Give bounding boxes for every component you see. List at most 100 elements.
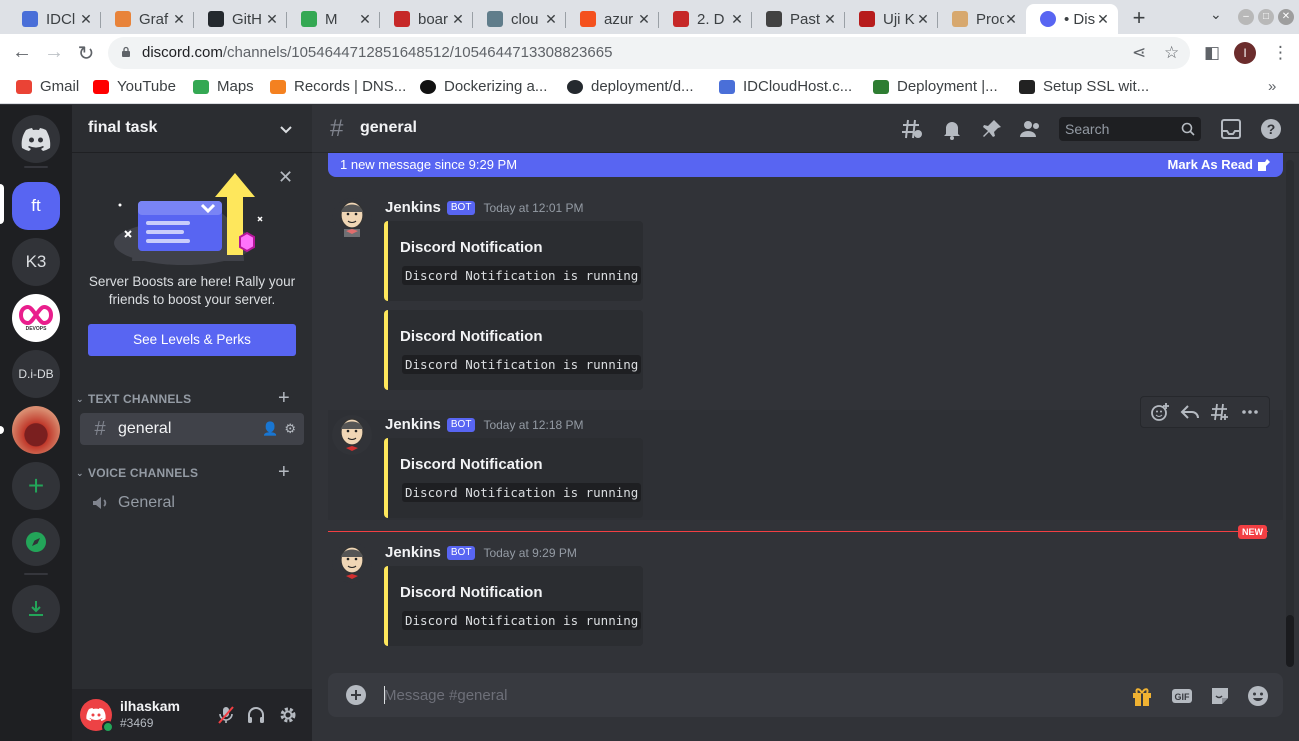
jenkins-avatar[interactable]	[332, 198, 372, 238]
browser-tab-2[interactable]: Graf ✕	[101, 4, 194, 34]
bookmark-gmail[interactable]: Gmail	[16, 78, 79, 95]
close-icon[interactable]: ✕	[823, 11, 837, 28]
forward-arrow-icon[interactable]: →	[42, 41, 66, 64]
close-icon[interactable]: ✕	[1004, 11, 1018, 28]
browser-tab-12-active[interactable]: • Dis ✕	[1026, 4, 1118, 34]
jenkins-avatar[interactable]	[332, 415, 372, 455]
browser-tab-10[interactable]: Uji K ✕	[845, 4, 938, 34]
maximize-window-icon[interactable]: □	[1258, 9, 1274, 25]
server-devops[interactable]: DEVOPS	[12, 294, 60, 342]
help-icon[interactable]: ?	[1259, 117, 1283, 141]
hashtag-icon: #	[330, 115, 344, 142]
member-list-icon[interactable]	[1018, 117, 1042, 141]
create-thread-icon[interactable]	[1210, 402, 1230, 422]
embed-title: Discord Notification	[400, 456, 543, 473]
close-icon[interactable]: ✕	[358, 11, 372, 28]
close-icon[interactable]: ✕	[172, 11, 186, 28]
browser-tab-9[interactable]: Past ✕	[752, 4, 845, 34]
browser-tab-5[interactable]: boar ✕	[380, 4, 473, 34]
close-icon[interactable]: ✕	[637, 11, 651, 28]
profile-avatar[interactable]: I	[1234, 42, 1256, 64]
close-window-icon[interactable]: ✕	[1278, 9, 1294, 25]
threads-icon[interactable]	[900, 117, 924, 141]
author-name[interactable]: Jenkins	[385, 199, 441, 216]
user-settings-gear-icon[interactable]	[278, 705, 298, 725]
bookmark-deployment-github[interactable]: deployment/d...	[567, 78, 694, 95]
invite-user-icon[interactable]: 👤	[262, 421, 278, 437]
attach-plus-icon[interactable]	[346, 685, 366, 705]
bookmark-idcloudhost[interactable]: IDCloudHost.c...	[719, 78, 852, 95]
search-input[interactable]: Search	[1059, 117, 1201, 141]
bookmark-maps[interactable]: Maps	[193, 78, 254, 95]
see-levels-perks-button[interactable]: See Levels & Perks	[88, 324, 296, 356]
bookmark-dns-records[interactable]: Records | DNS...	[270, 78, 406, 95]
discord-home-button[interactable]	[12, 115, 60, 163]
bookmark-deployment[interactable]: Deployment |...	[873, 78, 998, 95]
add-reaction-icon[interactable]	[1150, 402, 1170, 422]
browser-tab-1[interactable]: IDCl ✕	[8, 4, 101, 34]
browser-tab-8[interactable]: 2. D ✕	[659, 4, 752, 34]
bookmark-setup-ssl[interactable]: Setup SSL wit...	[1019, 78, 1149, 95]
new-messages-bar[interactable]: 1 new message since 9:29 PM Mark As Read	[328, 153, 1283, 177]
pinned-messages-icon[interactable]	[980, 117, 1004, 141]
reply-icon[interactable]	[1180, 402, 1200, 422]
browser-menu-icon[interactable]: ⋮	[1272, 43, 1289, 63]
browser-tab-6[interactable]: clou ✕	[473, 4, 566, 34]
explore-servers-compass-icon[interactable]	[12, 518, 60, 566]
browser-tab-11[interactable]: Proc ✕	[938, 4, 1026, 34]
voice-channel-general[interactable]: General	[80, 487, 304, 519]
new-tab-plus-icon[interactable]: +	[1128, 5, 1150, 31]
server-di-db[interactable]: D.i-DB	[12, 350, 60, 398]
address-bar[interactable]: discord.com/channels/1054644712851648512…	[108, 37, 1190, 69]
sticker-icon[interactable]	[1209, 685, 1231, 707]
close-icon[interactable]: ✕	[278, 167, 293, 188]
emoji-icon[interactable]	[1247, 685, 1269, 707]
mark-as-read-button[interactable]: Mark As Read	[1168, 157, 1254, 172]
create-voice-channel-plus-icon[interactable]: +	[278, 461, 290, 484]
inbox-icon[interactable]	[1219, 117, 1243, 141]
gift-icon[interactable]	[1131, 685, 1153, 707]
add-server-plus-icon[interactable]: +	[12, 462, 60, 510]
create-text-channel-plus-icon[interactable]: +	[278, 387, 290, 410]
download-apps-icon[interactable]	[12, 585, 60, 633]
side-panel-icon[interactable]: ◧	[1204, 43, 1220, 63]
close-icon[interactable]: ✕	[265, 11, 279, 28]
browser-tab-4[interactable]: M ✕	[287, 4, 380, 34]
voice-channels-category[interactable]: ⌄ VOICE CHANNELS	[76, 466, 198, 480]
tab-search-chevron-icon[interactable]: ⌄	[1210, 6, 1222, 23]
more-bookmarks-icon[interactable]: »	[1268, 78, 1276, 95]
more-options-icon[interactable]	[1240, 402, 1260, 422]
close-icon[interactable]: ✕	[451, 11, 465, 28]
gif-icon[interactable]: GIF	[1171, 685, 1193, 707]
browser-tab-3[interactable]: GitH ✕	[194, 4, 287, 34]
close-icon[interactable]: ✕	[730, 11, 744, 28]
jenkins-avatar[interactable]	[332, 543, 372, 583]
chat-scrollbar-thumb[interactable]	[1286, 615, 1294, 667]
server-header[interactable]: final task	[72, 105, 312, 153]
close-icon[interactable]: ✕	[1096, 11, 1110, 28]
reload-icon[interactable]: ↻	[74, 41, 98, 66]
bookmark-youtube[interactable]: YouTube	[93, 78, 176, 95]
close-icon[interactable]: ✕	[544, 11, 558, 28]
browser-tab-7[interactable]: azur ✕	[566, 4, 659, 34]
text-channels-category[interactable]: ⌄ TEXT CHANNELS	[76, 392, 191, 406]
share-icon[interactable]: ⋖	[1132, 43, 1146, 63]
chat-scrollbar-track[interactable]	[1286, 160, 1294, 660]
back-arrow-icon[interactable]: ←	[10, 41, 34, 64]
gear-icon[interactable]: ⚙	[284, 421, 296, 437]
bookmark-star-icon[interactable]: ☆	[1164, 43, 1179, 63]
channel-general[interactable]: # general 👤 ⚙	[80, 413, 304, 445]
headphones-icon[interactable]	[246, 705, 266, 725]
server-k3[interactable]: K3	[12, 238, 60, 286]
author-name[interactable]: Jenkins	[385, 544, 441, 561]
server-ft[interactable]: ft	[12, 182, 60, 230]
author-name[interactable]: Jenkins	[385, 416, 441, 433]
close-icon[interactable]: ✕	[916, 11, 930, 28]
server-avatar-photo[interactable]	[12, 406, 60, 454]
microphone-muted-icon[interactable]	[216, 705, 236, 725]
minimize-window-icon[interactable]: –	[1238, 9, 1254, 25]
bookmark-dockerizing[interactable]: Dockerizing a...	[420, 78, 547, 95]
notification-bell-icon[interactable]	[940, 117, 964, 141]
message-input[interactable]	[384, 683, 1084, 707]
close-icon[interactable]: ✕	[79, 11, 93, 28]
